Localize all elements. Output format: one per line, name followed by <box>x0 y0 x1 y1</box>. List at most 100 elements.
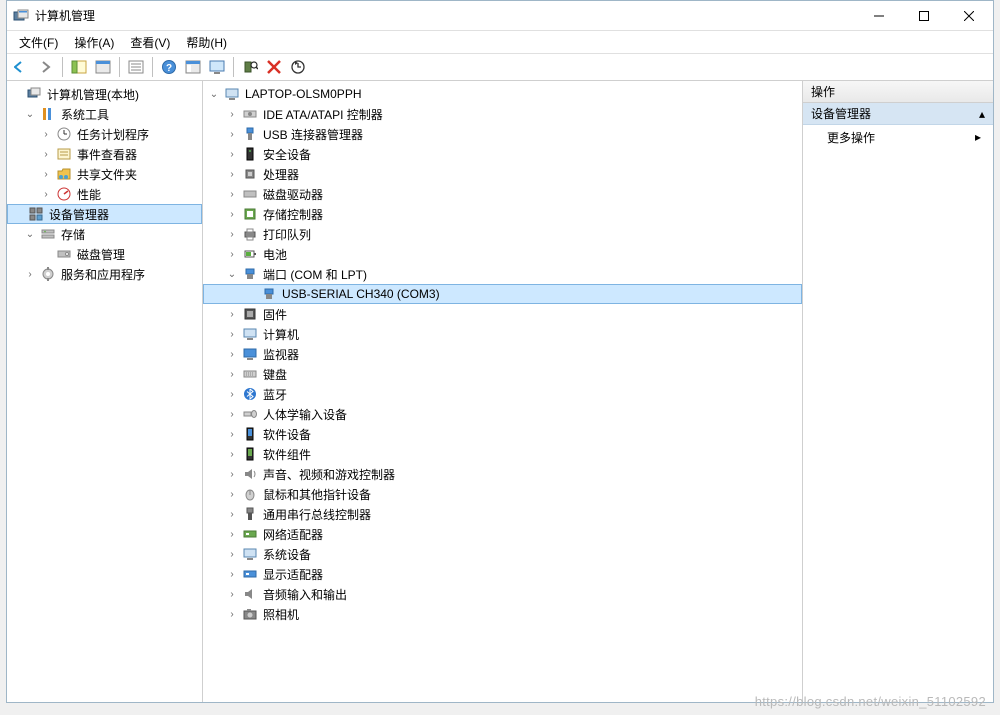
firmware-icon <box>242 306 258 322</box>
device-ide[interactable]: ›IDE ATA/ATAPI 控制器 <box>203 104 802 124</box>
device-usb-controllers[interactable]: ›通用串行总线控制器 <box>203 504 802 524</box>
help-button[interactable]: ? <box>158 56 180 78</box>
tree-device-manager[interactable]: 设备管理器 <box>7 204 202 224</box>
expand-icon[interactable]: › <box>225 527 239 541</box>
expand-icon[interactable]: › <box>225 547 239 561</box>
expand-icon[interactable]: › <box>225 247 239 261</box>
usb-icon <box>242 126 258 142</box>
tree-system-tools[interactable]: ⌄系统工具 <box>7 104 202 124</box>
tree-storage[interactable]: ⌄存储 <box>7 224 202 244</box>
show-console-tree-button[interactable] <box>182 56 204 78</box>
menu-view[interactable]: 查看(V) <box>124 32 176 53</box>
uninstall-device-button[interactable] <box>263 56 285 78</box>
expand-icon[interactable]: › <box>225 207 239 221</box>
expand-icon[interactable]: › <box>225 487 239 501</box>
forward-button[interactable] <box>35 56 57 78</box>
expand-icon[interactable]: › <box>225 147 239 161</box>
actions-section-title[interactable]: 设备管理器 ▴ <box>803 103 993 125</box>
expand-icon[interactable] <box>11 207 25 221</box>
device-cameras[interactable]: › 照相机 <box>203 604 802 624</box>
device-hid[interactable]: ›人体学输入设备 <box>203 404 802 424</box>
expand-icon[interactable]: › <box>225 387 239 401</box>
collapse-icon[interactable]: ⌄ <box>207 87 221 101</box>
expand-icon[interactable]: › <box>225 507 239 521</box>
device-storage-controllers[interactable]: ›存储控制器 <box>203 204 802 224</box>
expand-icon[interactable]: › <box>225 227 239 241</box>
expand-icon[interactable] <box>39 247 53 261</box>
expand-icon[interactable]: › <box>225 307 239 321</box>
device-computer[interactable]: ›计算机 <box>203 324 802 344</box>
maximize-button[interactable] <box>901 1 946 30</box>
expand-icon[interactable]: › <box>225 367 239 381</box>
tree-event-viewer[interactable]: ›事件查看器 <box>7 144 202 164</box>
device-monitors[interactable]: ›监视器 <box>203 344 802 364</box>
expand-icon[interactable]: › <box>225 407 239 421</box>
device-security[interactable]: ›安全设备 <box>203 144 802 164</box>
device-root[interactable]: ⌄LAPTOP-OLSM0PPH <box>203 84 802 104</box>
minimize-button[interactable] <box>856 1 901 30</box>
device-sound[interactable]: ›声音、视频和游戏控制器 <box>203 464 802 484</box>
tree-label: 键盘 <box>261 366 287 383</box>
expand-icon[interactable]: › <box>225 467 239 481</box>
device-bluetooth[interactable]: ›蓝牙 <box>203 384 802 404</box>
expand-icon[interactable]: › <box>225 607 239 621</box>
expand-icon[interactable]: › <box>225 327 239 341</box>
scan-hardware-button[interactable] <box>239 56 261 78</box>
tree-task-scheduler[interactable]: ›任务计划程序 <box>7 124 202 144</box>
tree-root[interactable]: 计算机管理(本地) <box>7 84 202 104</box>
tree-services-apps[interactable]: ›服务和应用程序 <box>7 264 202 284</box>
device-disk-drives[interactable]: ›磁盘驱动器 <box>203 184 802 204</box>
expand-icon[interactable]: › <box>225 347 239 361</box>
device-firmware[interactable]: ›固件 <box>203 304 802 324</box>
show-hide-tree-button[interactable] <box>68 56 90 78</box>
expand-icon[interactable]: › <box>39 147 53 161</box>
monitor-icon[interactable] <box>206 56 228 78</box>
expand-icon[interactable]: › <box>225 167 239 181</box>
device-display-adapters[interactable]: ›显示适配器 <box>203 564 802 584</box>
expand-icon[interactable]: › <box>39 167 53 181</box>
tree-performance[interactable]: ›性能 <box>7 184 202 204</box>
expand-icon[interactable]: › <box>23 267 37 281</box>
device-software-components[interactable]: ›软件组件 <box>203 444 802 464</box>
expand-icon[interactable]: › <box>225 427 239 441</box>
expand-icon[interactable]: › <box>225 447 239 461</box>
device-usb-connector[interactable]: ›USB 连接器管理器 <box>203 124 802 144</box>
menu-action[interactable]: 操作(A) <box>68 32 120 53</box>
menu-file[interactable]: 文件(F) <box>13 32 64 53</box>
tree-label: 照相机 <box>261 606 299 623</box>
collapse-icon[interactable]: ⌄ <box>23 107 37 121</box>
device-mice[interactable]: ›鼠标和其他指针设备 <box>203 484 802 504</box>
update-driver-button[interactable] <box>287 56 309 78</box>
device-network-adapters[interactable]: ›网络适配器 <box>203 524 802 544</box>
expand-icon[interactable]: › <box>225 567 239 581</box>
collapse-icon[interactable]: ⌄ <box>23 227 37 241</box>
more-actions[interactable]: 更多操作 ▸ <box>803 125 993 149</box>
device-print-queues[interactable]: ›打印队列 <box>203 224 802 244</box>
expand-icon[interactable] <box>244 287 258 301</box>
device-batteries[interactable]: ›电池 <box>203 244 802 264</box>
expand-icon[interactable]: › <box>39 127 53 141</box>
list-view-button[interactable] <box>125 56 147 78</box>
back-button[interactable] <box>11 56 33 78</box>
expand-icon[interactable]: › <box>39 187 53 201</box>
close-button[interactable] <box>946 1 991 30</box>
expand-icon[interactable]: › <box>225 107 239 121</box>
device-software-devices[interactable]: ›软件设备 <box>203 424 802 444</box>
tree-disk-management[interactable]: 磁盘管理 <box>7 244 202 264</box>
expand-icon[interactable]: › <box>225 587 239 601</box>
device-usb-serial[interactable]: USB-SERIAL CH340 (COM3) <box>203 284 802 304</box>
device-ports[interactable]: ⌄端口 (COM 和 LPT) <box>203 264 802 284</box>
device-audio-io[interactable]: ›音频输入和输出 <box>203 584 802 604</box>
device-processors[interactable]: ›处理器 <box>203 164 802 184</box>
tree-shared-folders[interactable]: ›共享文件夹 <box>7 164 202 184</box>
collapse-icon[interactable]: ⌄ <box>225 267 239 281</box>
expand-icon[interactable]: › <box>225 127 239 141</box>
expand-icon[interactable] <box>9 87 23 101</box>
app-icon <box>13 8 29 24</box>
toolbar: ? <box>7 53 993 81</box>
device-keyboards[interactable]: › 键盘 <box>203 364 802 384</box>
properties-button[interactable] <box>92 56 114 78</box>
expand-icon[interactable]: › <box>225 187 239 201</box>
menu-help[interactable]: 帮助(H) <box>180 32 233 53</box>
device-system-devices[interactable]: ›系统设备 <box>203 544 802 564</box>
